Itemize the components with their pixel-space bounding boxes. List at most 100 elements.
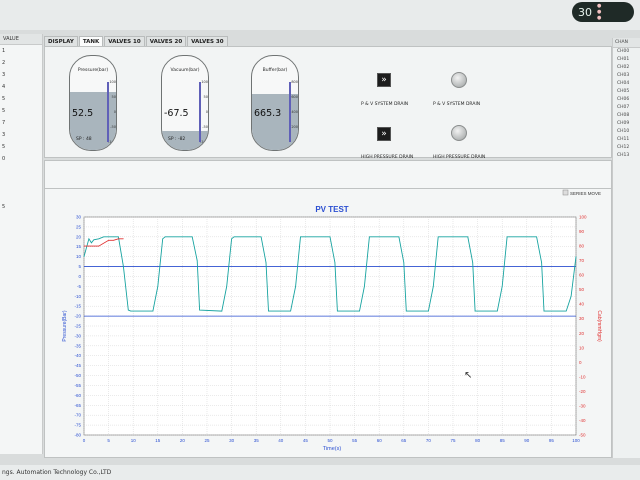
y-right-tick-label: 80 — [579, 244, 585, 249]
x-tick-label: 15 — [155, 438, 161, 443]
buffer-scale-label: 0 — [295, 140, 298, 144]
x-tick-label: 95 — [549, 438, 555, 443]
channel-row[interactable]: CH03 — [613, 72, 640, 80]
y-left-tick-label: -70 — [74, 413, 81, 418]
vacuum-scale-label: 100 — [201, 80, 208, 84]
y-left-tick-label: 10 — [76, 254, 82, 259]
x-tick-label: 100 — [572, 438, 580, 443]
vacuum-scale-label: 0 — [205, 110, 208, 114]
value-row: 5 — [2, 96, 6, 102]
flow-point — [118, 238, 119, 240]
pressure-tank-label: Pressure(bar) — [77, 68, 109, 73]
high-pressure-drain-lamp — [451, 125, 467, 141]
y-right-tick-label: -40 — [579, 418, 586, 423]
pressure-tank-scale — [107, 82, 109, 142]
pressure-point — [570, 295, 572, 297]
channel-row[interactable]: CH08 — [613, 112, 640, 120]
y-right-tick-label: 60 — [579, 273, 585, 278]
status-value: 30 — [578, 5, 592, 19]
value-row: 5 — [2, 144, 6, 150]
value-row — [0, 165, 42, 177]
pressure-point — [403, 262, 405, 263]
pressure-point — [233, 236, 235, 238]
pressure-scale-label: 50 — [111, 95, 116, 99]
vacuum-tank-value: -67.5 — [164, 108, 189, 119]
value-list-panel: VALUE 1 2 3 4 5 5 7 3 5 0 5 — [0, 34, 43, 454]
x-tick-label: 25 — [204, 438, 210, 443]
pv-system-drain-label: P & V SYSTEM DRAIN — [361, 102, 409, 107]
pressure-point — [440, 236, 442, 238]
vacuum-tank: Vacuum(bar) -67.5 SP : -82 100 50 0 -50 … — [161, 55, 209, 151]
value-row: 7 — [2, 120, 6, 126]
x-axis-label: Time(s) — [323, 446, 342, 452]
pressure-point — [103, 236, 105, 238]
channel-row[interactable]: CH02 — [613, 64, 640, 72]
pressure-point — [113, 236, 114, 238]
channel-row[interactable]: CH07 — [613, 104, 640, 112]
buffer-scale-label: 800 — [291, 80, 298, 84]
channel-row[interactable]: CH00 — [613, 48, 640, 56]
series-move-checkbox[interactable] — [562, 189, 569, 196]
channel-row[interactable]: CH12 — [613, 144, 640, 152]
x-tick-label: 45 — [303, 438, 309, 443]
footer-bar: ngs. Automation Technology Co.,LTD — [0, 465, 640, 480]
channel-row[interactable]: CH11 — [613, 136, 640, 144]
value-list: 1 2 3 4 5 5 7 3 5 0 5 — [0, 45, 42, 213]
pressure-point — [98, 238, 100, 240]
x-tick-label: 75 — [450, 438, 456, 443]
flow-point — [108, 239, 109, 241]
pressure-tank-value: 52.5 — [72, 108, 94, 119]
channel-row[interactable]: CH01 — [613, 56, 640, 64]
channel-row[interactable]: CH10 — [613, 128, 640, 136]
x-tick-label: 60 — [377, 438, 383, 443]
pv-system-drain-lamp — [451, 72, 467, 88]
value-row — [0, 177, 42, 189]
channel-row[interactable]: CH05 — [613, 88, 640, 96]
pressure-point — [405, 310, 407, 312]
buffer-tank: Buffer(bar) 665.3 800 600 400 200 0 — [251, 55, 299, 151]
pressure-point — [371, 236, 373, 238]
y-left-tick-label: -15 — [74, 304, 81, 309]
y-right-tick-label: -50 — [579, 433, 586, 438]
x-tick-label: 40 — [278, 438, 284, 443]
channel-list-panel: CHAN CH00 CH01 CH02 CH03 CH04 CH05 CH06 CH07 CH0… — [612, 38, 640, 458]
vacuum-tank-scale — [199, 82, 201, 142]
y-left-tick-label: -30 — [74, 333, 81, 338]
pressure-point — [359, 310, 360, 312]
pressure-point — [290, 310, 291, 312]
pressure-point — [123, 266, 124, 267]
pressure-point — [93, 239, 95, 241]
status-indicator[interactable]: 30 ● ● ● — [572, 2, 634, 22]
channel-row[interactable]: CH09 — [613, 120, 640, 128]
y-right-axis-label: Cab(mmHgm) — [596, 310, 602, 342]
pv-system-drain-button[interactable]: » — [377, 73, 391, 87]
channel-row[interactable]: CH13 — [613, 152, 640, 160]
value-row: 3 — [2, 132, 6, 138]
y-right-tick-label: -20 — [579, 389, 586, 394]
pressure-point — [108, 236, 109, 238]
pressure-point — [337, 310, 338, 312]
y-right-tick-label: 10 — [579, 345, 585, 350]
pressure-point — [300, 236, 301, 238]
buffer-tank-label: Buffer(bar) — [262, 68, 288, 73]
channel-row[interactable]: CH06 — [613, 96, 640, 104]
x-tick-label: 90 — [524, 438, 530, 443]
x-tick-label: 85 — [500, 438, 506, 443]
y-left-tick-label: 25 — [76, 224, 82, 229]
pressure-point — [324, 236, 326, 238]
pressure-point — [398, 236, 400, 238]
y-left-tick-label: -65 — [74, 403, 81, 408]
y-right-tick-label: -10 — [579, 374, 586, 379]
x-tick-label: 50 — [327, 438, 333, 443]
high-pressure-drain-button[interactable]: » — [377, 127, 391, 141]
pressure-point — [231, 238, 232, 240]
pressure-point — [152, 310, 154, 312]
pressure-point — [536, 236, 537, 238]
value-row: 5 — [2, 204, 6, 210]
pressure-point — [164, 236, 166, 238]
flow-point — [113, 239, 114, 241]
y-left-tick-label: -25 — [74, 324, 81, 329]
channel-row[interactable]: CH04 — [613, 80, 640, 88]
pressure-tank: Pressure(bar) 52.5 SP : 48 100 50 0 -50 … — [69, 55, 117, 151]
pressure-point — [162, 238, 164, 240]
